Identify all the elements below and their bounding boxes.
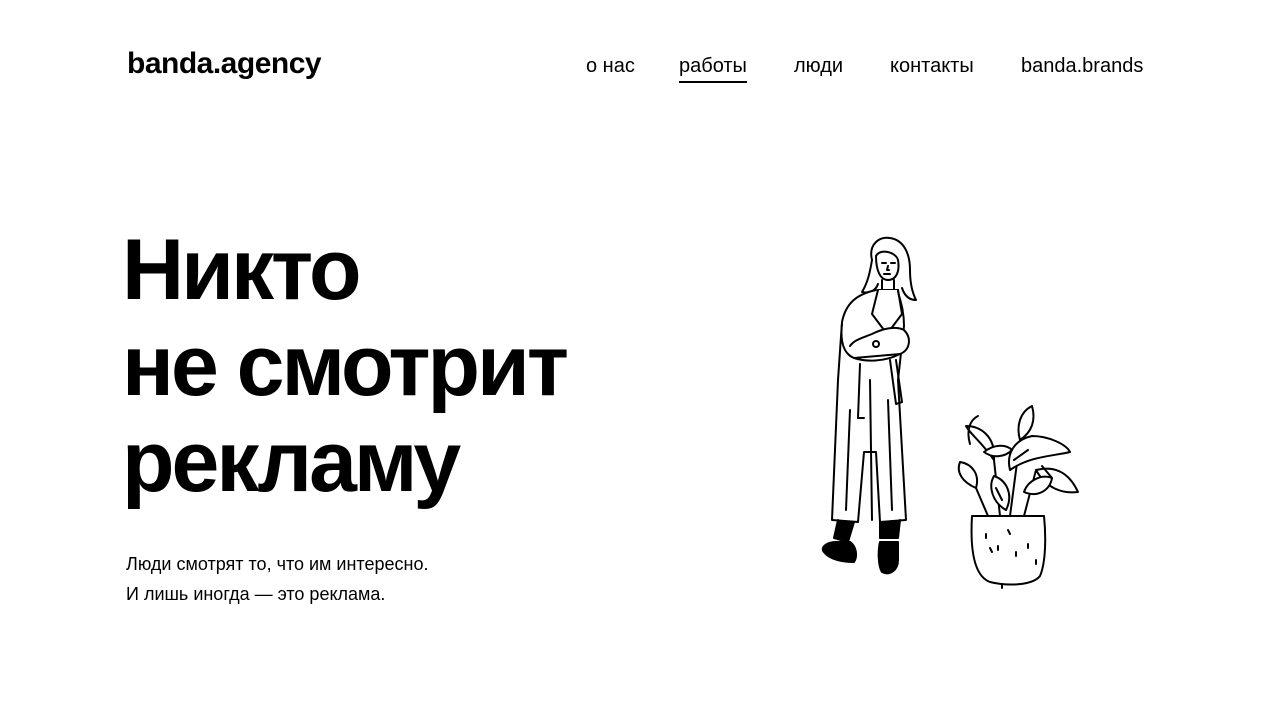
subtext-line-1: Люди смотрят то, что им интересно.: [126, 554, 429, 574]
nav-item-about[interactable]: о нас: [586, 52, 635, 80]
nav-item-people[interactable]: люди: [794, 52, 843, 80]
headline-line-1: Никто: [122, 222, 362, 318]
main-nav: о нас работы люди контакты banda.brands: [0, 52, 1280, 84]
hero-illustration: [780, 230, 1110, 595]
subtext-line-2: И лишь иногда — это реклама.: [126, 584, 386, 604]
nav-item-works[interactable]: работы: [679, 52, 747, 83]
potted-plant-illustration: [957, 405, 1079, 589]
nav-item-contacts[interactable]: контакты: [890, 52, 974, 80]
hero-subtext: Люди смотрят то, что им интересно. И лиш…: [126, 549, 428, 609]
headline-line-3: рекламу: [122, 414, 461, 510]
woman-in-coat-illustration: [821, 236, 917, 575]
nav-item-banda-brands[interactable]: banda.brands: [1021, 52, 1143, 80]
page: banda.agency о нас работы люди контакты …: [0, 0, 1280, 720]
headline-line-2: не смотрит: [122, 318, 569, 414]
hero-headline: Никто не смотрит рекламу: [122, 222, 569, 510]
